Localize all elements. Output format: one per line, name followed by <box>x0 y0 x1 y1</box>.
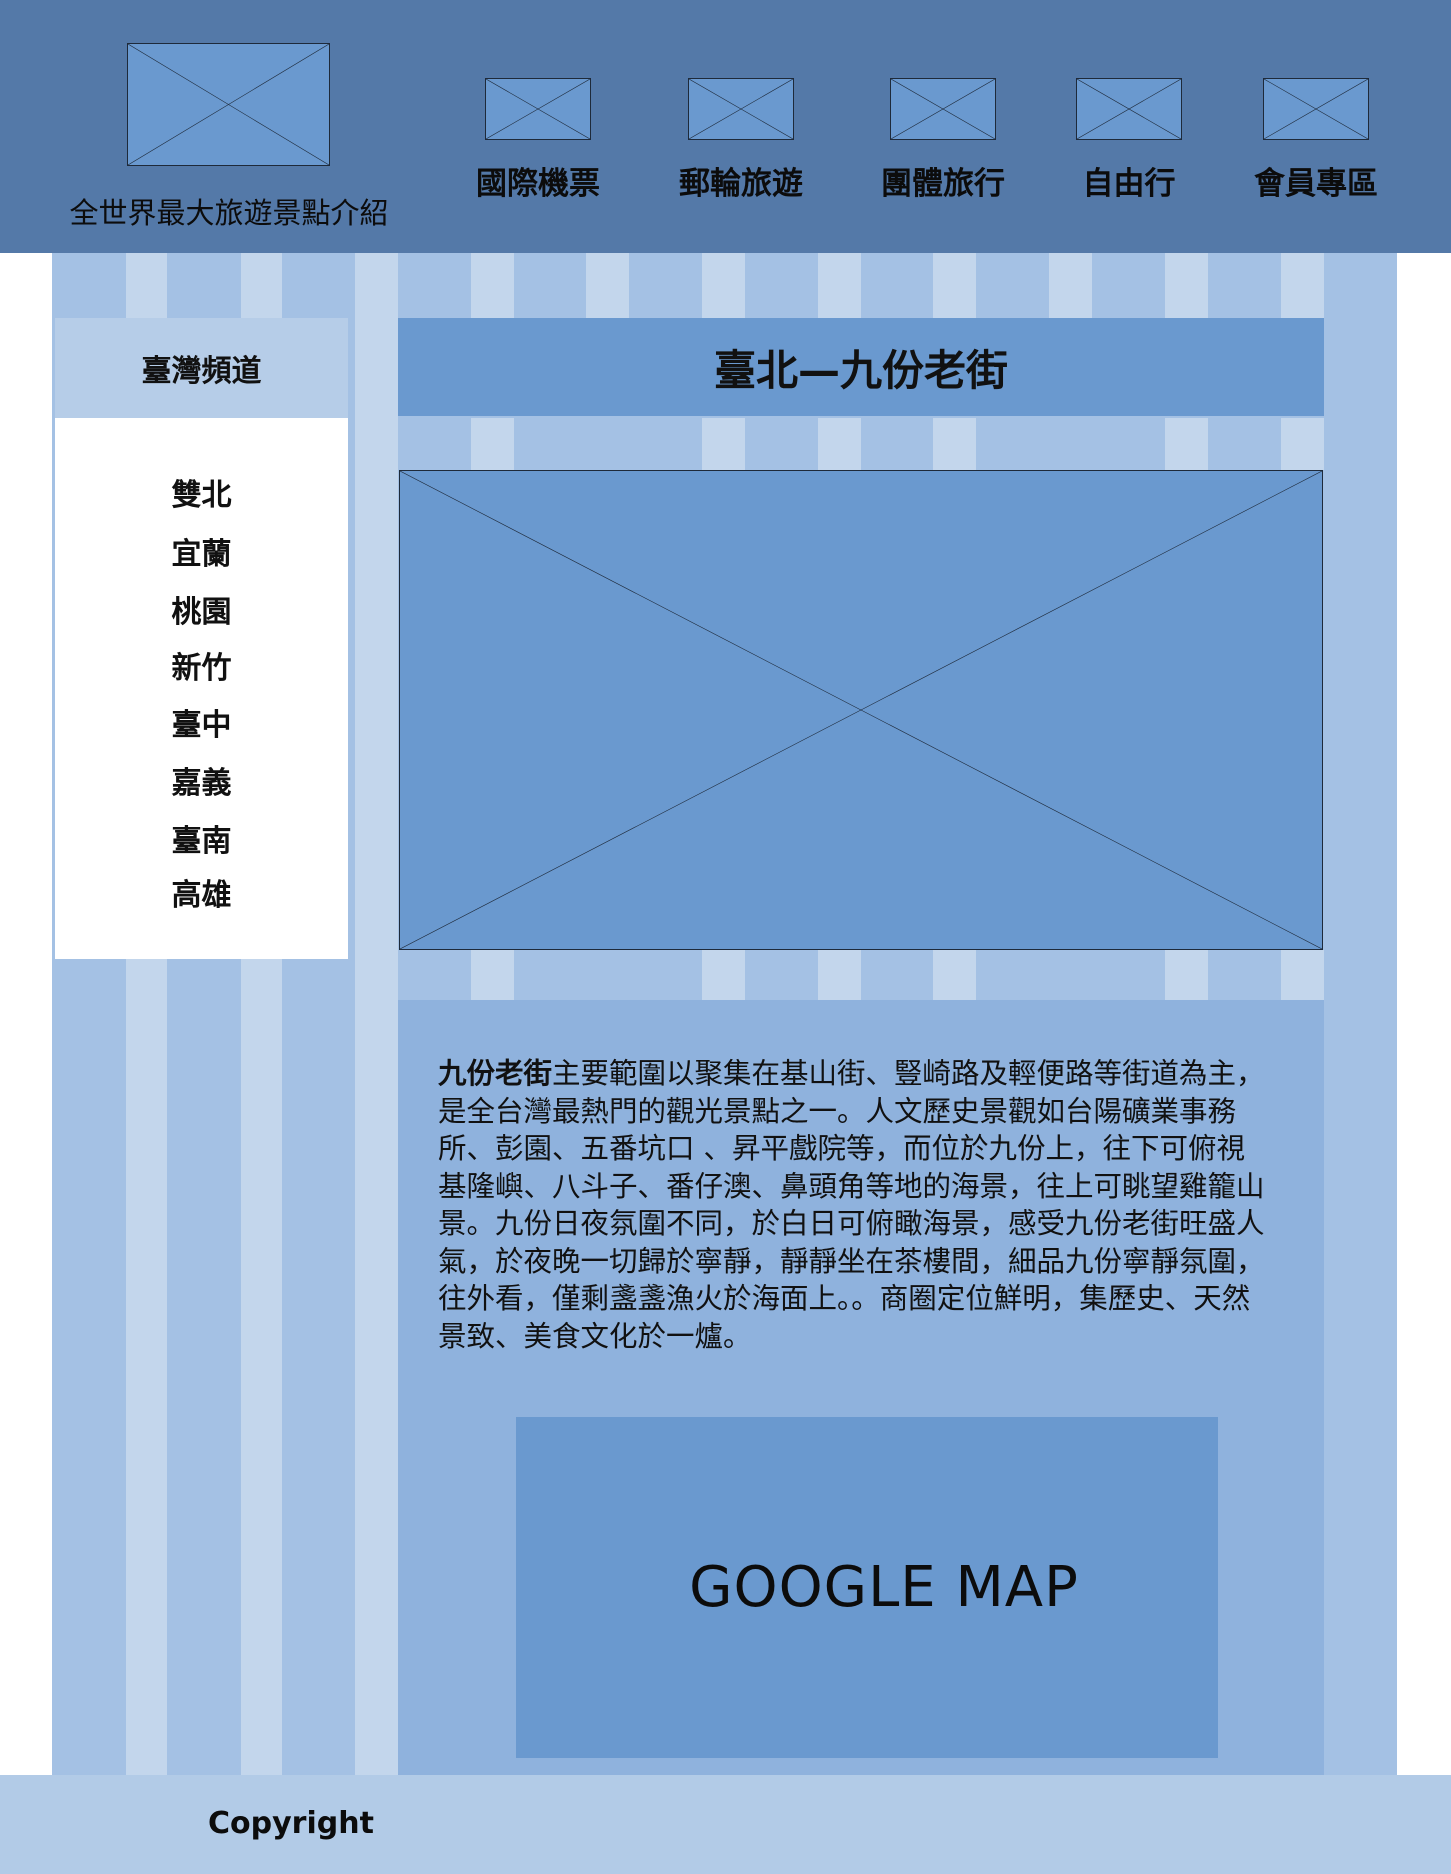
nav-flight-icon[interactable] <box>485 78 591 140</box>
grid-stripe <box>471 253 514 318</box>
grid-stripe <box>818 950 861 1000</box>
grid-stripe <box>702 418 745 470</box>
grid-stripe <box>1165 950 1208 1000</box>
nav-member-icon[interactable] <box>1263 78 1369 140</box>
copyright-text: Copyright <box>208 1806 374 1841</box>
grid-stripe <box>818 418 861 470</box>
grid-stripe <box>586 253 629 318</box>
nav-free-travel-icon[interactable] <box>1076 78 1182 140</box>
grid-stripe <box>471 950 514 1000</box>
nav-item-free-travel[interactable]: 自由行 <box>1039 158 1219 203</box>
sidebar-list: 雙北 宜蘭 桃園 新竹 臺中 嘉義 臺南 高雄 <box>55 418 348 959</box>
grid-column-right <box>1324 253 1397 1775</box>
grid-stripe <box>702 253 745 318</box>
logo-image[interactable] <box>127 43 330 166</box>
sidebar-title: 臺灣頻道 <box>55 318 348 418</box>
sidebar-item-tainan[interactable]: 臺南 <box>55 816 348 860</box>
sidebar-item-taoyuan[interactable]: 桃園 <box>55 587 348 631</box>
sidebar-item-hsinchu[interactable]: 新竹 <box>55 643 348 687</box>
sidebar-item-chiayi[interactable]: 嘉義 <box>55 758 348 802</box>
grid-stripe <box>933 950 976 1000</box>
grid-stripe <box>1165 418 1208 470</box>
page-title: 臺北—九份老街 <box>398 318 1324 416</box>
nav-item-flights[interactable]: 國際機票 <box>448 158 628 203</box>
nav-item-cruise[interactable]: 郵輪旅遊 <box>651 158 831 203</box>
grid-stripe <box>818 253 861 318</box>
nav-item-group-tour[interactable]: 團體旅行 <box>853 158 1033 203</box>
grid-stripe <box>1281 950 1324 1000</box>
grid-gutter <box>355 253 398 1775</box>
grid-stripe <box>1281 418 1324 470</box>
sidebar-item-taichung[interactable]: 臺中 <box>55 700 348 744</box>
grid-stripe <box>1049 253 1092 318</box>
grid-stripe <box>933 253 976 318</box>
header: 全世界最大旅遊景點介紹 國際機票 郵輪旅遊 團體旅行 自由行 會員專區 <box>0 0 1451 253</box>
google-map[interactable]: GOOGLE MAP <box>516 1417 1218 1758</box>
sidebar-item-kaohsiung[interactable]: 高雄 <box>55 870 348 914</box>
nav-cruise-icon[interactable] <box>688 78 794 140</box>
description-lead: 九份老街 <box>438 1057 553 1090</box>
grid-stripe <box>1281 253 1324 318</box>
grid-stripe <box>1165 253 1208 318</box>
sidebar-item-taipei[interactable]: 雙北 <box>55 470 348 514</box>
description-body: 主要範圍以聚集在基山街、豎崎路及輕便路等街道為主，是全台灣最熱門的觀光景點之一。… <box>438 1057 1265 1353</box>
grid-stripe <box>471 418 514 470</box>
grid-stripe <box>702 950 745 1000</box>
sidebar-item-yilan[interactable]: 宜蘭 <box>55 529 348 573</box>
map-label: GOOGLE MAP <box>689 1555 1079 1620</box>
site-title: 全世界最大旅遊景點介紹 <box>69 196 389 230</box>
hero-image[interactable] <box>399 470 1323 950</box>
description-text: 九份老街主要範圍以聚集在基山街、豎崎路及輕便路等街道為主，是全台灣最熱門的觀光景… <box>438 1055 1268 1355</box>
nav-group-tour-icon[interactable] <box>890 78 996 140</box>
nav-item-member[interactable]: 會員專區 <box>1226 158 1406 203</box>
grid-stripe <box>933 418 976 470</box>
